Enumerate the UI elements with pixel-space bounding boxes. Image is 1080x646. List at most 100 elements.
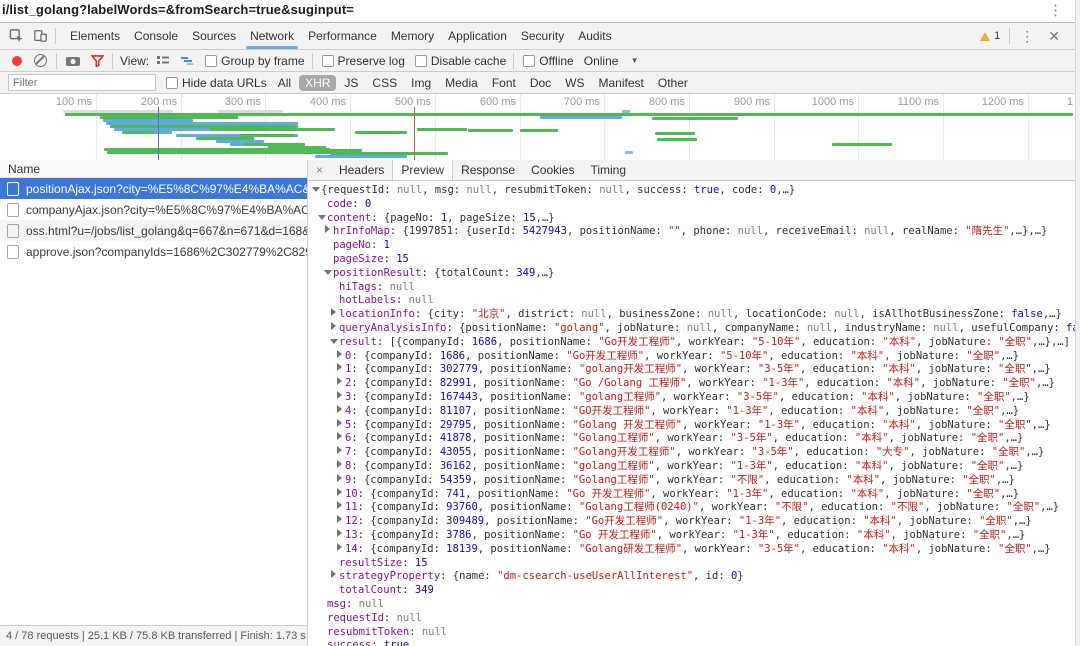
expander-closed-icon[interactable] bbox=[336, 405, 345, 419]
expander-closed-icon[interactable] bbox=[336, 363, 345, 377]
expander-closed-icon[interactable] bbox=[336, 377, 345, 391]
preserve-log-checkbox[interactable] bbox=[322, 55, 334, 67]
tab-console[interactable]: Console bbox=[127, 23, 185, 49]
warning-icon[interactable] bbox=[980, 32, 990, 41]
tab-network[interactable]: Network bbox=[243, 23, 301, 49]
expander-closed-icon[interactable] bbox=[330, 322, 339, 336]
filter-type-doc[interactable]: Doc bbox=[524, 75, 557, 91]
json-line[interactable]: 10: {companyId: 741, positionName: "Go 开… bbox=[312, 488, 1075, 502]
json-line[interactable]: queryAnalysisInfo: {positionName: "golan… bbox=[312, 322, 1075, 336]
expander-closed-icon[interactable] bbox=[330, 570, 339, 584]
offline-checkbox[interactable] bbox=[523, 55, 535, 67]
throttling-dropdown[interactable]: Online ▾ bbox=[584, 54, 637, 68]
json-line[interactable]: result: [{companyId: 1686, positionName:… bbox=[312, 336, 1075, 350]
disable-cache-label[interactable]: Disable cache bbox=[431, 54, 506, 68]
request-list-header[interactable]: Name bbox=[0, 160, 307, 178]
filter-type-manifest[interactable]: Manifest bbox=[593, 75, 650, 91]
devtools-close-icon[interactable]: ✕ bbox=[1041, 28, 1067, 45]
tab-security[interactable]: Security bbox=[514, 23, 571, 49]
expander-closed-icon[interactable] bbox=[336, 529, 345, 543]
expander-closed-icon[interactable] bbox=[336, 543, 345, 557]
expander-closed-icon[interactable] bbox=[336, 460, 345, 474]
json-line[interactable]: strategyProperty: {name: "dm-csearch-use… bbox=[312, 570, 1075, 584]
json-line[interactable]: 6: {companyId: 41878, positionName: "Gol… bbox=[312, 432, 1075, 446]
detail-tab-headers[interactable]: Headers bbox=[331, 160, 392, 180]
detail-tab-cookies[interactable]: Cookies bbox=[523, 160, 582, 180]
inspect-element-icon[interactable] bbox=[4, 24, 28, 48]
expander-closed-icon[interactable] bbox=[336, 446, 345, 460]
json-line[interactable]: 0: {companyId: 1686, positionName: "Go开发… bbox=[312, 350, 1075, 364]
json-line[interactable]: 8: {companyId: 36162, positionName: "gol… bbox=[312, 460, 1075, 474]
filter-type-xhr[interactable]: XHR bbox=[299, 75, 336, 91]
filter-type-img[interactable]: Img bbox=[405, 75, 437, 91]
record-button[interactable] bbox=[12, 56, 22, 66]
hide-data-urls-label[interactable]: Hide data URLs bbox=[182, 76, 267, 90]
json-line[interactable]: 12: {companyId: 309489, positionName: "G… bbox=[312, 515, 1075, 529]
detail-tab-preview[interactable]: Preview bbox=[392, 160, 453, 180]
expander-closed-icon[interactable] bbox=[330, 308, 339, 322]
filter-type-css[interactable]: CSS bbox=[366, 75, 403, 91]
detail-tab-response[interactable]: Response bbox=[453, 160, 523, 180]
tab-performance[interactable]: Performance bbox=[301, 23, 384, 49]
json-line[interactable]: positionResult: {totalCount: 349,…} bbox=[312, 267, 1075, 281]
json-line[interactable]: 1: {companyId: 302779, positionName: "go… bbox=[312, 363, 1075, 377]
json-line[interactable]: 3: {companyId: 167443, positionName: "go… bbox=[312, 391, 1075, 405]
json-line[interactable]: 5: {companyId: 29795, positionName: "Gol… bbox=[312, 419, 1075, 433]
expander-closed-icon[interactable] bbox=[324, 225, 333, 239]
json-line[interactable]: content: {pageNo: 1, pageSize: 15,…} bbox=[312, 212, 1075, 226]
preserve-log-label[interactable]: Preserve log bbox=[338, 54, 405, 68]
expander-open-icon[interactable] bbox=[318, 212, 327, 226]
close-detail-icon[interactable]: × bbox=[308, 163, 331, 177]
offline-label[interactable]: Offline bbox=[539, 54, 573, 68]
request-row[interactable]: positionAjax.json?city=%E5%8C%97%E4%BA%A… bbox=[0, 178, 307, 199]
filter-type-all[interactable]: All bbox=[272, 75, 297, 91]
expander-closed-icon[interactable] bbox=[336, 501, 345, 515]
tab-elements[interactable]: Elements bbox=[63, 23, 127, 49]
filter-type-media[interactable]: Media bbox=[439, 75, 484, 91]
filter-type-ws[interactable]: WS bbox=[559, 75, 590, 91]
json-line[interactable]: 4: {companyId: 81107, positionName: "GO开… bbox=[312, 405, 1075, 419]
request-row[interactable]: oss.html?u=/jobs/list_golang&q=667&n=671… bbox=[0, 220, 307, 241]
filter-type-js[interactable]: JS bbox=[338, 75, 364, 91]
expander-closed-icon[interactable] bbox=[336, 350, 345, 364]
devtools-menu-icon[interactable]: ⋮ bbox=[1013, 28, 1041, 45]
json-line[interactable]: {requestId: null, msg: null, resubmitTok… bbox=[312, 184, 1075, 198]
expander-closed-icon[interactable] bbox=[336, 515, 345, 529]
filter-type-other[interactable]: Other bbox=[652, 75, 694, 91]
json-line[interactable]: 14: {companyId: 18139, positionName: "Go… bbox=[312, 543, 1075, 557]
network-overview-waterfall[interactable]: 100 ms200 ms300 ms400 ms500 ms600 ms700 … bbox=[0, 94, 1075, 165]
detail-tab-timing[interactable]: Timing bbox=[582, 160, 634, 180]
disable-cache-checkbox[interactable] bbox=[415, 55, 427, 67]
view-list-icon[interactable] bbox=[156, 55, 170, 67]
expander-open-icon[interactable] bbox=[330, 336, 339, 350]
clear-button[interactable] bbox=[34, 54, 47, 67]
tab-audits[interactable]: Audits bbox=[571, 23, 618, 49]
json-line[interactable]: 2: {companyId: 82991, positionName: "Go … bbox=[312, 377, 1075, 391]
name-column-header[interactable]: Name bbox=[8, 162, 40, 176]
expander-closed-icon[interactable] bbox=[336, 391, 345, 405]
request-row[interactable]: approve.json?companyIds=1686%2C302779%2C… bbox=[0, 241, 307, 262]
json-line[interactable]: 9: {companyId: 54359, positionName: "Gol… bbox=[312, 474, 1075, 488]
warning-count[interactable]: 1 bbox=[994, 30, 1000, 42]
tab-application[interactable]: Application bbox=[441, 23, 514, 49]
request-row[interactable]: companyAjax.json?city=%E5%8C%97%E4%BA%AC… bbox=[0, 199, 307, 220]
waterfall-overview-icon[interactable] bbox=[180, 55, 194, 67]
filter-funnel-icon[interactable] bbox=[91, 55, 104, 67]
expander-closed-icon[interactable] bbox=[336, 432, 345, 446]
expander-closed-icon[interactable] bbox=[336, 474, 345, 488]
expander-closed-icon[interactable] bbox=[336, 419, 345, 433]
group-by-frame-checkbox[interactable] bbox=[205, 55, 217, 67]
filter-type-font[interactable]: Font bbox=[486, 75, 522, 91]
json-line[interactable]: locationInfo: {city: "北京", district: nul… bbox=[312, 308, 1075, 322]
json-line[interactable]: hrInfoMap: {1997851: {userId: 5427943, p… bbox=[312, 225, 1075, 239]
hide-data-urls-checkbox[interactable] bbox=[166, 77, 178, 89]
tab-sources[interactable]: Sources bbox=[185, 23, 243, 49]
filter-input[interactable] bbox=[8, 74, 156, 91]
expander-open-icon[interactable] bbox=[312, 184, 321, 198]
expander-open-icon[interactable] bbox=[324, 267, 333, 281]
group-by-frame-label[interactable]: Group by frame bbox=[221, 54, 304, 68]
json-line[interactable]: 11: {companyId: 93760, positionName: "Go… bbox=[312, 501, 1075, 515]
browser-menu-icon[interactable]: ⋮ bbox=[1048, 1, 1063, 19]
json-line[interactable]: 13: {companyId: 3786, positionName: "Go … bbox=[312, 529, 1075, 543]
json-line[interactable]: 7: {companyId: 43055, positionName: "Gol… bbox=[312, 446, 1075, 460]
